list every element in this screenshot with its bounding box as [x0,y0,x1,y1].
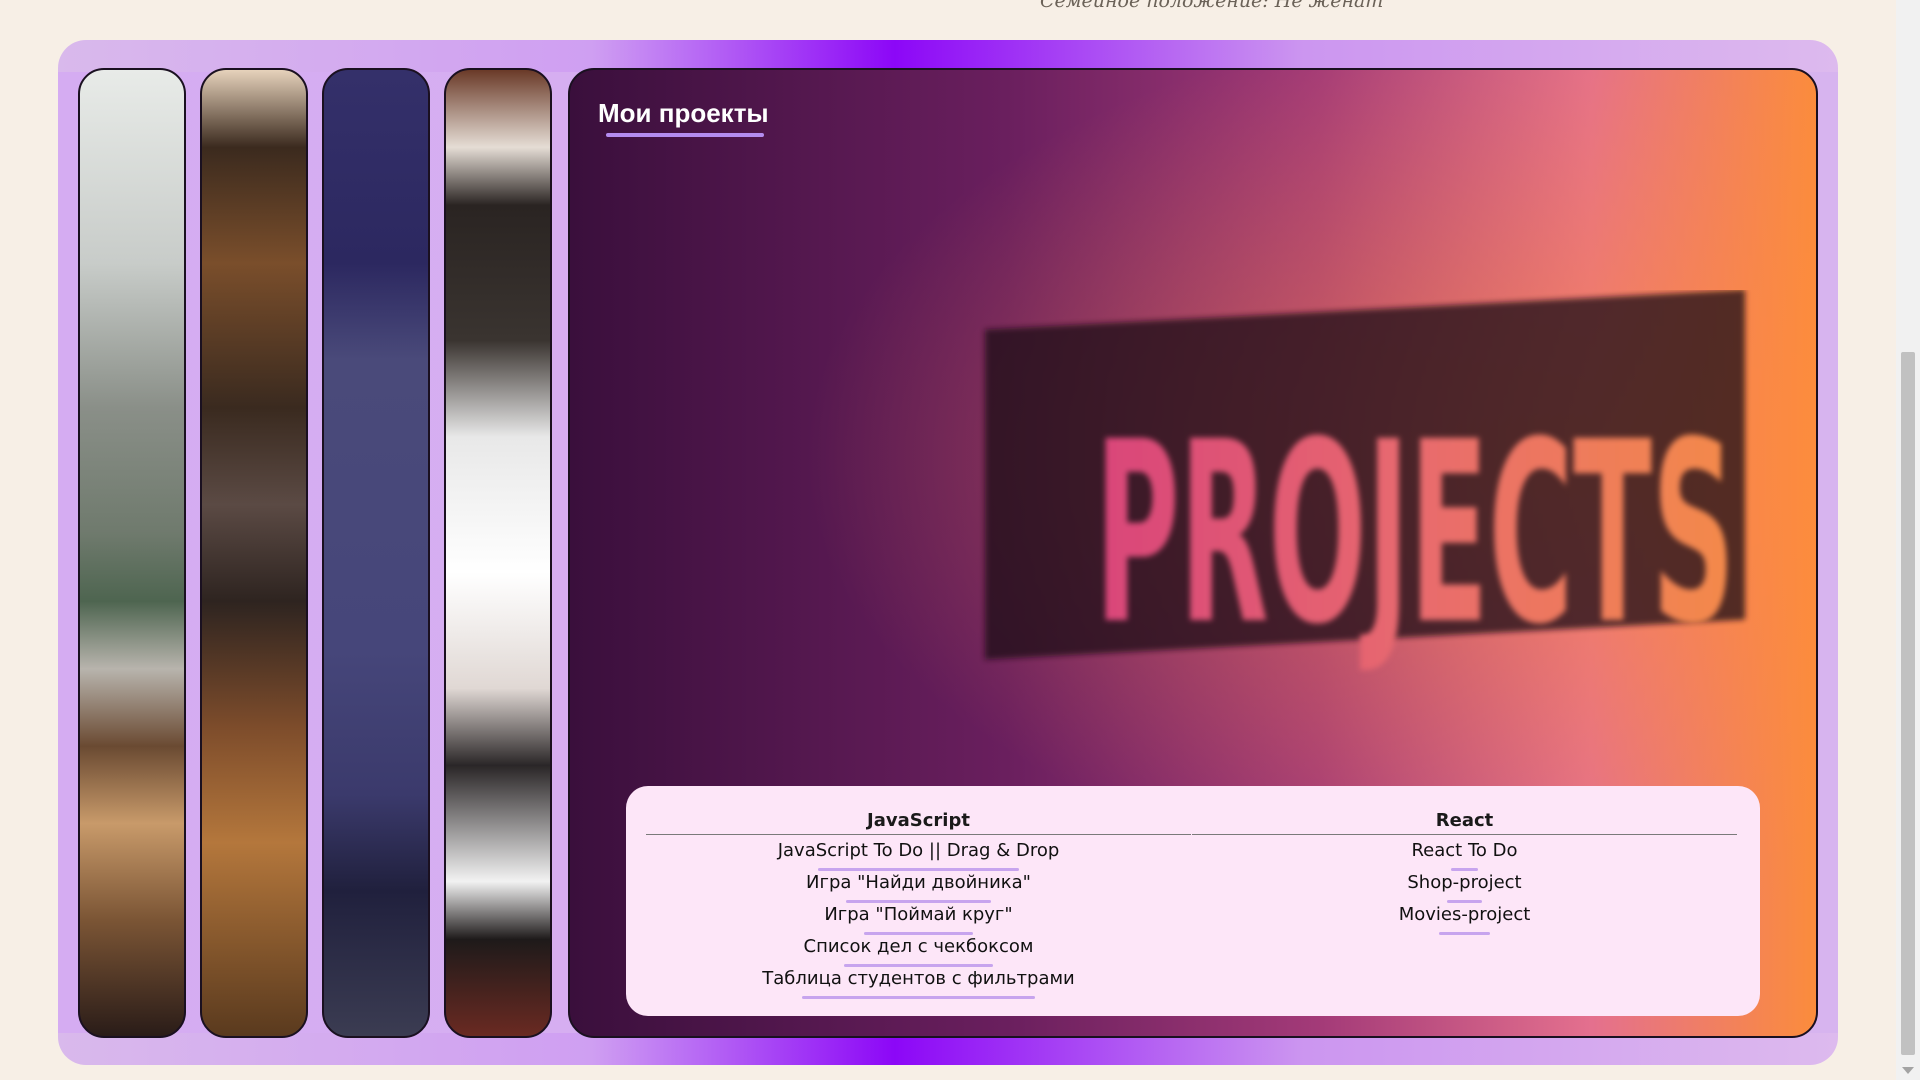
marital-status-text: Семейное положение: Не женат [1040,0,1384,12]
project-link-js-todo[interactable]: JavaScript To Do || Drag & Drop [646,835,1191,871]
project-link-find-pair[interactable]: Игра "Найди двойника" [646,867,1191,903]
title-underline [606,133,764,137]
photo-strip-window-room [444,68,552,1038]
project-link-checkbox-todo[interactable]: Список дел с чекбоксом [646,931,1191,967]
react-column: React React To Do Shop-project Movies-pr… [1192,810,1737,935]
projects-card: PROJECTS Мои проекты JavaScript JavaScri… [568,68,1818,1038]
project-link-shop[interactable]: Shop-project [1192,867,1737,903]
link-label: Shop-project [1407,867,1522,903]
photo-strip-code-monitor [322,68,430,1038]
photo-strip-library [200,68,308,1038]
link-label: JavaScript To Do || Drag & Drop [778,835,1059,871]
photo-strip-mountain-lake [78,68,186,1038]
projects-table: JavaScript JavaScript To Do || Drag & Dr… [626,786,1760,1016]
scroll-down-arrow-icon[interactable] [1902,1067,1914,1074]
vertical-scrollbar[interactable] [1896,0,1920,1080]
project-link-movies[interactable]: Movies-project [1192,899,1737,935]
column-heading-javascript: JavaScript [646,810,1191,835]
projects-banner-text: PROJECTS [1095,388,1735,679]
projects-banner-image: PROJECTS [985,290,1745,679]
scrollbar-thumb[interactable] [1901,352,1915,1055]
section-title: Мои проекты [598,98,769,128]
column-heading-react: React [1192,810,1737,835]
link-label: Игра "Найди двойника" [806,867,1031,903]
link-label: Игра "Поймай круг" [824,899,1013,935]
link-label: Список дел с чекбоксом [804,931,1033,967]
project-link-react-todo[interactable]: React To Do [1192,835,1737,871]
project-link-catch-circle[interactable]: Игра "Поймай круг" [646,899,1191,935]
project-link-students-table[interactable]: Таблица студентов с фильтрами [646,963,1191,999]
javascript-column: JavaScript JavaScript To Do || Drag & Dr… [646,810,1191,999]
link-label: React To Do [1411,835,1518,871]
link-label: Movies-project [1399,899,1530,935]
link-label: Таблица студентов с фильтрами [762,963,1075,999]
